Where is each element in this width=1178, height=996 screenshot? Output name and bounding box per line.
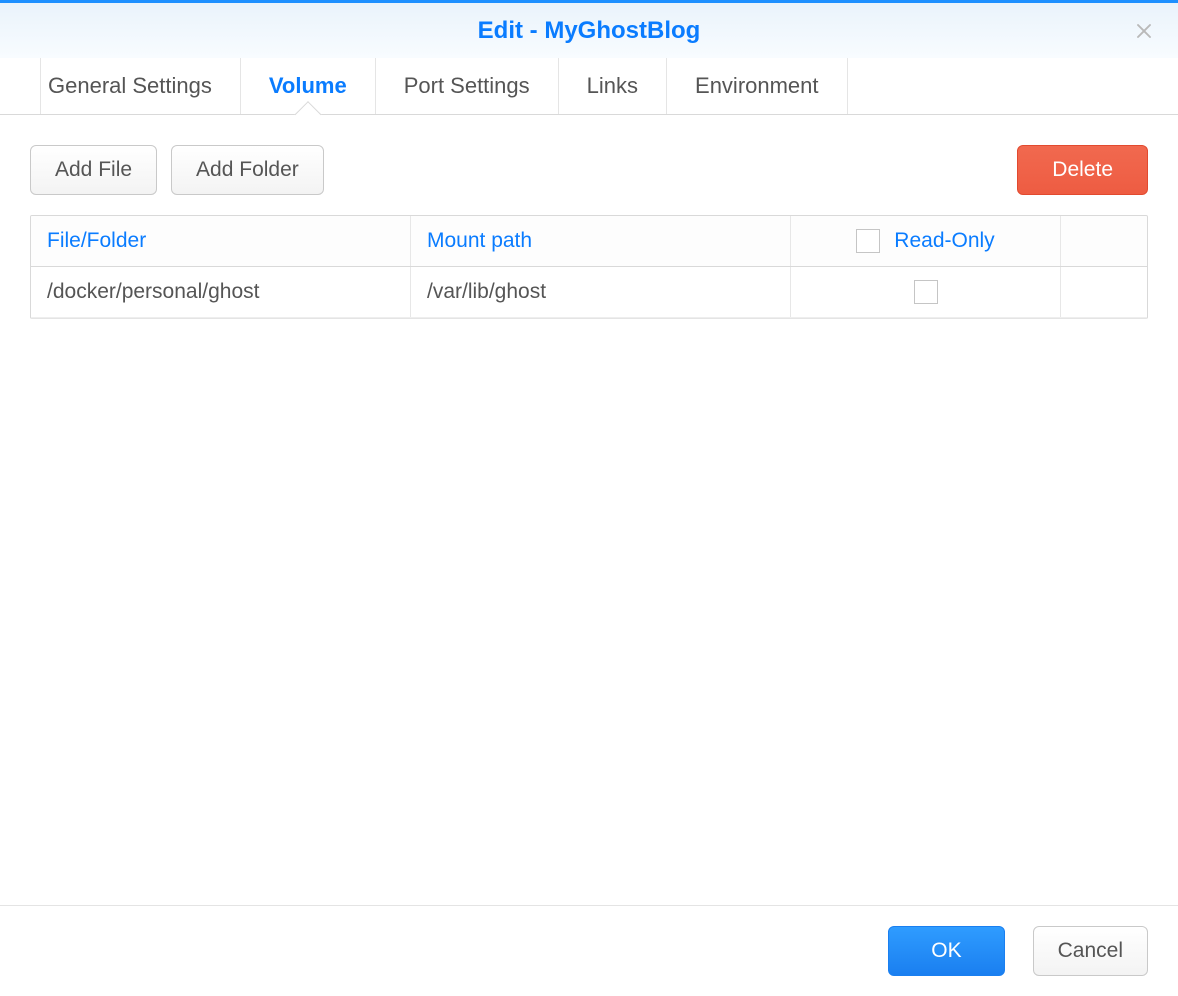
add-folder-button[interactable]: Add Folder bbox=[171, 145, 324, 195]
volume-table: File/Folder Mount path Read-Only /docker… bbox=[30, 215, 1148, 319]
tab-links[interactable]: Links bbox=[559, 58, 667, 114]
table-row[interactable]: /docker/personal/ghost /var/lib/ghost bbox=[31, 267, 1147, 318]
titlebar: Edit - MyGhostBlog bbox=[0, 3, 1178, 58]
cancel-button[interactable]: Cancel bbox=[1033, 926, 1148, 976]
tab-port-settings[interactable]: Port Settings bbox=[376, 58, 559, 114]
tab-bar: General Settings Volume Port Settings Li… bbox=[0, 58, 1178, 115]
read-only-checkbox[interactable] bbox=[914, 280, 938, 304]
tab-volume[interactable]: Volume bbox=[241, 58, 376, 114]
cell-file-folder: /docker/personal/ghost bbox=[31, 267, 411, 317]
table-header: File/Folder Mount path Read-Only bbox=[31, 216, 1147, 267]
add-file-button[interactable]: Add File bbox=[30, 145, 157, 195]
tab-environment[interactable]: Environment bbox=[667, 58, 848, 114]
cell-mount-path: /var/lib/ghost bbox=[411, 267, 791, 317]
dialog-footer: OK Cancel bbox=[0, 905, 1178, 996]
cell-spacer bbox=[1061, 267, 1147, 317]
col-header-read-only-label: Read-Only bbox=[894, 229, 994, 253]
window-title: Edit - MyGhostBlog bbox=[478, 17, 701, 45]
col-header-mount-path[interactable]: Mount path bbox=[411, 216, 791, 266]
tab-general-settings[interactable]: General Settings bbox=[20, 58, 241, 114]
col-header-spacer bbox=[1061, 216, 1147, 266]
read-only-all-checkbox[interactable] bbox=[856, 229, 880, 253]
delete-button[interactable]: Delete bbox=[1017, 145, 1148, 195]
toolbar: Add File Add Folder Delete bbox=[30, 145, 1148, 195]
ok-button[interactable]: OK bbox=[888, 926, 1004, 976]
edit-dialog: Edit - MyGhostBlog General Settings Volu… bbox=[0, 0, 1178, 996]
col-header-file-folder[interactable]: File/Folder bbox=[31, 216, 411, 266]
close-icon[interactable] bbox=[1130, 17, 1158, 45]
tab-panel-volume: Add File Add Folder Delete File/Folder M… bbox=[0, 115, 1178, 905]
col-header-read-only[interactable]: Read-Only bbox=[791, 216, 1061, 266]
cell-read-only bbox=[791, 267, 1061, 317]
